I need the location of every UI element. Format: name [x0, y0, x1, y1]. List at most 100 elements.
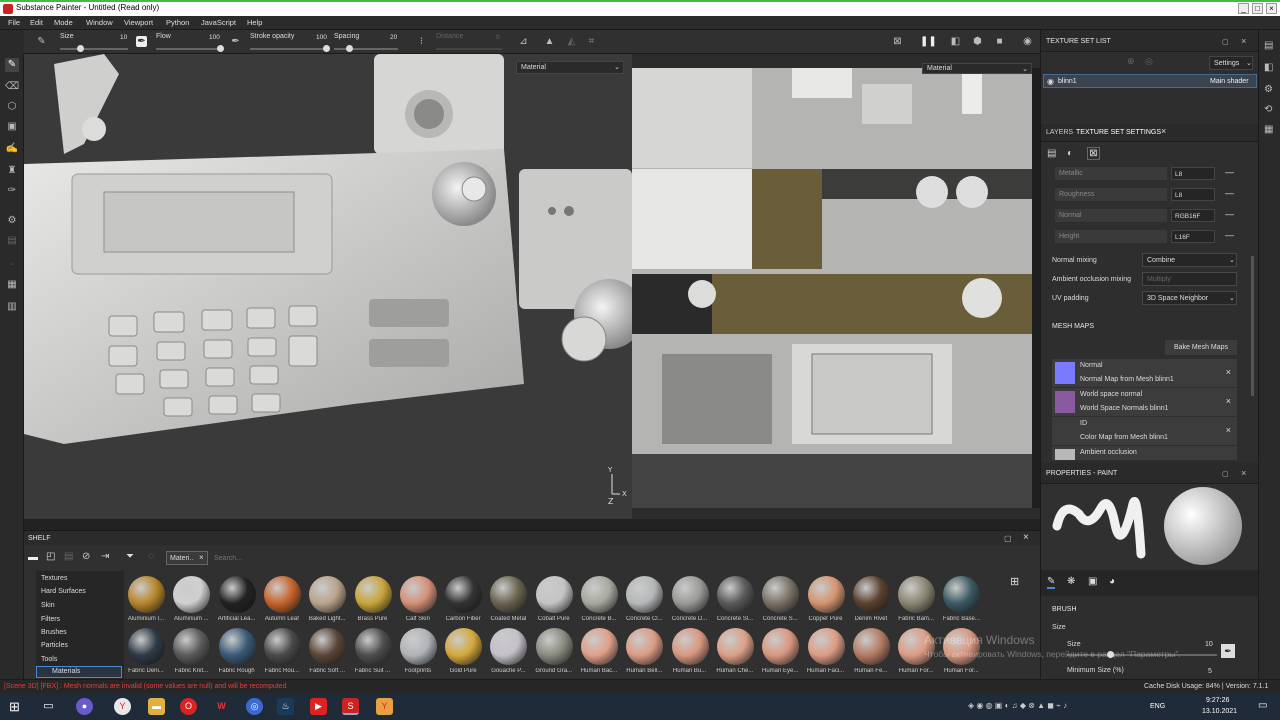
- remove-channel-icon[interactable]: —: [1225, 230, 1234, 240]
- remove-mesh-map-icon[interactable]: ×: [1226, 396, 1231, 406]
- material-tile[interactable]: Concrete S...: [758, 576, 802, 628]
- menu-mode[interactable]: Mode: [54, 18, 73, 27]
- mesh-map-id[interactable]: ID Color Map from Mesh blinn1 ×: [1052, 417, 1237, 445]
- undock-icon[interactable]: ▢: [1222, 470, 1229, 478]
- category-textures[interactable]: Textures: [41, 575, 67, 582]
- uv-padding-select[interactable]: 3D Space Neighbor ⌄: [1142, 291, 1237, 305]
- spacing-value[interactable]: 20: [390, 34, 397, 41]
- menu-python[interactable]: Python: [166, 18, 189, 27]
- alpha-tab-icon[interactable]: ❋: [1067, 576, 1075, 587]
- material-tile[interactable]: Cobalt Pure: [532, 576, 576, 628]
- brush-preset-icon[interactable]: ✎: [36, 36, 47, 47]
- maximize-button[interactable]: □: [1252, 3, 1263, 14]
- log-icon[interactable]: ▦: [1264, 124, 1273, 135]
- texture-set-item[interactable]: ◉ blinn1 Main shader: [1043, 74, 1257, 88]
- material-tile[interactable]: Aluminium ...: [169, 576, 213, 628]
- tab-layers[interactable]: LAYERS: [1046, 129, 1073, 136]
- stencil-tab-icon[interactable]: ▣: [1088, 576, 1097, 587]
- material-tile[interactable]: Human Che...: [713, 628, 757, 680]
- close-icon[interactable]: ×: [1023, 532, 1029, 543]
- shelf-search-input[interactable]: [214, 551, 514, 565]
- viewport-2d[interactable]: Material ⌄: [632, 54, 1040, 519]
- close-window-button[interactable]: ×: [1266, 3, 1277, 14]
- app-icon-1[interactable]: ●: [76, 698, 93, 715]
- category-brushes[interactable]: Brushes: [41, 629, 67, 636]
- close-icon[interactable]: ×: [1241, 468, 1246, 478]
- language-indicator[interactable]: ENG: [1150, 703, 1165, 710]
- normal-mixing-select[interactable]: Combine ⌄: [1142, 253, 1237, 267]
- steam-icon[interactable]: ♨: [277, 698, 294, 715]
- export-icon[interactable]: ▥: [5, 300, 19, 314]
- channels-icon[interactable]: ▤: [1047, 148, 1056, 159]
- material-tile[interactable]: Concrete D...: [668, 576, 712, 628]
- material-tile[interactable]: Baked Light...: [305, 576, 349, 628]
- bake-icon[interactable]: ▤: [5, 234, 19, 248]
- material-tile[interactable]: Fabric Rough: [215, 628, 259, 680]
- clone-stamp-icon[interactable]: ♜: [5, 164, 19, 178]
- windows-start-icon[interactable]: ⊞: [6, 698, 23, 715]
- material-tile[interactable]: Concrete B...: [577, 576, 621, 628]
- material-tile[interactable]: Fabric Deni...: [124, 628, 168, 680]
- video-icon[interactable]: ■: [994, 36, 1005, 47]
- menu-file[interactable]: File: [8, 18, 20, 27]
- size-pen-pressure-icon[interactable]: ✒: [136, 36, 147, 47]
- material-tile[interactable]: Copper Pure: [804, 576, 848, 628]
- refresh-icon[interactable]: ◌: [148, 551, 154, 562]
- scrollbar[interactable]: [1251, 256, 1254, 396]
- material-tile[interactable]: Human Bac...: [577, 628, 621, 680]
- category-tools[interactable]: Tools: [41, 656, 57, 663]
- symmetry-icon[interactable]: ▲: [544, 36, 555, 47]
- size-value[interactable]: 10: [120, 34, 127, 41]
- app-icon-w[interactable]: W: [213, 698, 230, 715]
- material-tile[interactable]: Human Faci...: [804, 628, 848, 680]
- tab-texture-set-settings[interactable]: TEXTURE SET SETTINGS: [1076, 129, 1161, 136]
- tray-icons[interactable]: ◈ ◉ ◍ ▣ ◐ ♫ ◆ ⊗ ▲ ◼ ⌁ ♪: [968, 701, 1067, 710]
- remove-mesh-map-icon[interactable]: ×: [1226, 425, 1231, 435]
- material-tile[interactable]: Fabric Soft ...: [305, 628, 349, 680]
- mesh-map-normal[interactable]: Normal Normal Map from Mesh blinn1 ×: [1052, 359, 1237, 387]
- material-tile[interactable]: Human Bu...: [668, 628, 712, 680]
- mirror-icon[interactable]: ◭: [566, 36, 577, 47]
- undock-icon[interactable]: ▢: [1222, 38, 1229, 46]
- new-item-icon[interactable]: ◰: [46, 551, 55, 562]
- file-explorer-icon[interactable]: ▬: [148, 698, 165, 715]
- split-view-icon[interactable]: ◧: [950, 36, 961, 47]
- remove-channel-icon[interactable]: —: [1225, 209, 1234, 219]
- category-materials[interactable]: Materials: [52, 668, 80, 675]
- material-tile[interactable]: Artificial Lea...: [215, 576, 259, 628]
- pause-render-icon[interactable]: ❚❚: [920, 36, 937, 47]
- ao-mixing-select[interactable]: Multiply: [1142, 272, 1237, 286]
- category-skin[interactable]: Skin: [41, 602, 55, 609]
- flow-slider[interactable]: [156, 48, 222, 50]
- material-tile[interactable]: Gold Pure: [441, 628, 485, 680]
- link-icon[interactable]: ⊕: [1127, 56, 1135, 67]
- transform-icon[interactable]: ⌗: [586, 36, 597, 47]
- material-icon[interactable]: ◐: [1067, 148, 1073, 159]
- close-icon[interactable]: ×: [1241, 36, 1246, 46]
- spacing-slider-handle[interactable]: [346, 45, 353, 52]
- material-tile[interactable]: Carbon Fiber: [441, 576, 485, 628]
- channel-format-select[interactable]: RGB16F: [1171, 209, 1215, 222]
- yandex-icon[interactable]: Y: [376, 698, 393, 715]
- camera-off-icon[interactable]: ⊠: [892, 36, 903, 47]
- material-tile[interactable]: Coated Metal: [486, 576, 530, 628]
- opera-icon[interactable]: O: [180, 698, 197, 715]
- notification-icon[interactable]: ▭: [1258, 700, 1267, 711]
- material-tile[interactable]: Fabric Knit...: [169, 628, 213, 680]
- brush-size-value[interactable]: 10: [1205, 641, 1213, 648]
- material-tile[interactable]: Human Eye...: [758, 628, 802, 680]
- viewport-3d-mode-select[interactable]: Material ⌄: [516, 61, 624, 74]
- material-tile[interactable]: Human Bell...: [622, 628, 666, 680]
- substance-painter-taskbar-icon[interactable]: S: [342, 698, 359, 715]
- size-slider-handle[interactable]: [77, 45, 84, 52]
- spacing-slider[interactable]: [334, 48, 398, 50]
- material-tile[interactable]: Ground Gra...: [532, 628, 576, 680]
- app-icon-3[interactable]: ▶: [310, 698, 327, 715]
- stroke-opacity-value[interactable]: 100: [316, 34, 327, 41]
- menu-javascript[interactable]: JavaScript: [201, 18, 236, 27]
- pen-pressure-icon[interactable]: ✒: [1221, 644, 1235, 658]
- flow-value[interactable]: 100: [209, 34, 220, 41]
- bake-mesh-maps-button[interactable]: Bake Mesh Maps: [1165, 340, 1237, 355]
- screenshot-camera-icon[interactable]: ◉: [1022, 36, 1033, 47]
- lazy-mouse-icon[interactable]: ⁝: [416, 36, 427, 47]
